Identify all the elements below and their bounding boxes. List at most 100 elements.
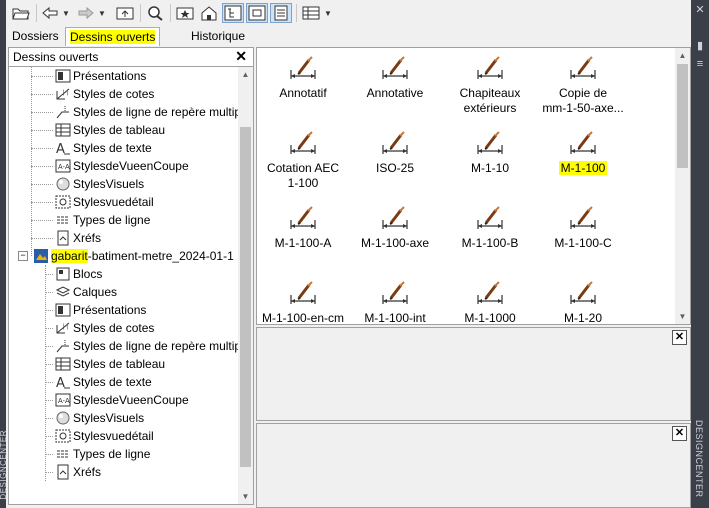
- tree-item[interactable]: Xréfs: [9, 463, 239, 481]
- collapse-icon[interactable]: −: [18, 251, 28, 261]
- tree-item[interactable]: StylesVisuels: [9, 409, 239, 427]
- tree-item[interactable]: A-A StylesdeVueenCoupe: [9, 391, 239, 409]
- item-label-line1: M-1-100-axe: [360, 236, 430, 250]
- dimension-style-item[interactable]: M-1-100-int: [349, 281, 441, 324]
- item-label-line1: Chapiteaux: [459, 86, 521, 100]
- xref-icon: [55, 464, 71, 480]
- back-button[interactable]: [40, 3, 60, 23]
- tab-dossiers[interactable]: Dossiers: [8, 27, 63, 45]
- views-dropdown[interactable]: ▼: [322, 3, 334, 23]
- tree-item[interactable]: Stylesvuedétail: [9, 193, 239, 211]
- tree-connector: [45, 346, 53, 347]
- views-button[interactable]: [300, 3, 322, 23]
- dimension-style-icon: [380, 281, 410, 307]
- close-icon[interactable]: ✕: [235, 48, 247, 65]
- properties-icon[interactable]: ≡: [694, 58, 706, 70]
- dimension-style-item[interactable]: Copie de mm-1-50-axe...: [537, 56, 629, 116]
- tree-item[interactable]: A-A StylesdeVueenCoupe: [9, 157, 239, 175]
- tree-item[interactable]: A Styles de texte: [9, 373, 239, 391]
- linetype-icon: [55, 212, 71, 228]
- tree-item[interactable]: Présentations: [9, 67, 239, 85]
- scroll-thumb[interactable]: [240, 127, 251, 467]
- dimension-style-icon: [380, 56, 410, 82]
- left-side-bar: DESIGNCENTER: [0, 0, 8, 508]
- forward-dropdown[interactable]: ▼: [96, 3, 108, 23]
- dimension-style-item[interactable]: M-1-100-axe: [349, 206, 441, 251]
- dimension-style-item[interactable]: M-1-20: [537, 281, 629, 324]
- dimension-style-item[interactable]: M-1-100: [537, 131, 629, 176]
- dimension-style-item[interactable]: Annotative: [349, 56, 441, 101]
- tree-item[interactable]: Présentations: [9, 301, 239, 319]
- preview-pane: ✕: [256, 327, 691, 421]
- text-style-icon: A: [55, 140, 71, 157]
- drawing-icon: [33, 248, 49, 264]
- dimension-style-item[interactable]: Annotatif: [257, 56, 349, 101]
- tab-dessins-ouverts[interactable]: Dessins ouverts: [65, 27, 161, 46]
- back-dropdown[interactable]: ▼: [60, 3, 72, 23]
- load-button[interactable]: [10, 3, 32, 23]
- search-button[interactable]: [144, 3, 166, 23]
- item-label-line1: M-1-100-C: [554, 236, 612, 250]
- tree-item[interactable]: Xréfs: [9, 229, 239, 247]
- tree-scrollbar[interactable]: ▲ ▼: [238, 67, 253, 504]
- favorites-button[interactable]: [174, 3, 196, 23]
- forward-button[interactable]: [76, 3, 96, 23]
- scroll-up-icon[interactable]: ▲: [238, 67, 253, 82]
- dimension-style-item[interactable]: M-1-100-en-cm: [257, 281, 349, 324]
- dimension-style-item[interactable]: Cotation AEC 1-100: [257, 131, 349, 191]
- scroll-down-icon[interactable]: ▼: [675, 309, 690, 324]
- tree-item[interactable]: Types de ligne: [9, 445, 239, 463]
- dimension-style-item[interactable]: M-1-100-A: [257, 206, 349, 251]
- table-style-icon: [55, 356, 71, 372]
- item-label-line1: M-1-100-en-cm: [261, 311, 345, 324]
- tree-item[interactable]: Stylesvuedétail: [9, 427, 239, 445]
- preview-toggle-button[interactable]: [246, 3, 268, 23]
- tree-panel: Dessins ouverts ✕ Présentations |-| Styles…: [8, 47, 254, 505]
- layout-icon: [55, 302, 71, 318]
- close-description-icon[interactable]: ✕: [672, 426, 687, 441]
- dimension-style-item[interactable]: ISO-25: [349, 131, 441, 176]
- close-palette-icon[interactable]: ✕: [694, 4, 706, 16]
- tree-item[interactable]: StylesVisuels: [9, 175, 239, 193]
- dimension-style-item[interactable]: M-1-100-C: [537, 206, 629, 251]
- chevron-down-icon: ▼: [98, 8, 106, 18]
- tree-item[interactable]: Styles de ligne de repère multip: [9, 337, 239, 355]
- tab-historique[interactable]: Historique: [187, 27, 249, 45]
- home-button[interactable]: [198, 3, 220, 23]
- dimension-style-item[interactable]: M-1-100-B: [444, 206, 536, 251]
- tree-item-label: Stylesvuedétail: [73, 195, 154, 209]
- tree-item[interactable]: Blocs: [9, 265, 239, 283]
- item-label: Copie de: [537, 86, 629, 101]
- tree-node-drawing[interactable]: − gabarit-batiment-metre_2024-01-1: [9, 247, 239, 265]
- scroll-thumb[interactable]: [677, 64, 688, 168]
- scroll-down-icon[interactable]: ▼: [238, 489, 253, 504]
- item-label-line1: Copie de: [558, 86, 608, 100]
- tree-item[interactable]: A Styles de texte: [9, 139, 239, 157]
- dimension-style-icon: [288, 131, 318, 157]
- autohide-icon[interactable]: ▮: [694, 40, 706, 52]
- item-label: Annotatif: [257, 86, 349, 101]
- tree-item[interactable]: |-| Styles de cotes: [9, 319, 239, 337]
- tree-view-toggle-button[interactable]: [222, 3, 244, 23]
- scroll-up-icon[interactable]: ▲: [675, 48, 690, 63]
- tree-item[interactable]: Styles de tableau: [9, 355, 239, 373]
- tree-item[interactable]: |-| Styles de cotes: [9, 85, 239, 103]
- dimension-style-item[interactable]: M-1-10: [444, 131, 536, 176]
- tree-item[interactable]: Styles de ligne de repère multip: [9, 103, 239, 121]
- tab-bar: Dossiers Dessins ouverts Historique: [6, 26, 691, 46]
- tree-item[interactable]: Calques: [9, 283, 239, 301]
- close-preview-icon[interactable]: ✕: [672, 330, 687, 345]
- up-button[interactable]: [114, 3, 136, 23]
- tree-item[interactable]: Types de ligne: [9, 211, 239, 229]
- content-scrollbar[interactable]: ▲ ▼: [675, 48, 690, 324]
- item-label: M-1-100-en-cm: [257, 311, 349, 324]
- dimension-style-item[interactable]: Chapiteaux extérieurs: [444, 56, 536, 116]
- description-toggle-button[interactable]: [270, 3, 292, 23]
- tree-connector: [31, 202, 53, 203]
- tree-item-label: Présentations: [73, 303, 147, 317]
- tree-view: Présentations |-| Styles de cotes Styles de…: [9, 67, 239, 504]
- dimension-style-item[interactable]: M-1-1000: [444, 281, 536, 324]
- tree-item[interactable]: Styles de tableau: [9, 121, 239, 139]
- item-label: M-1-100-C: [537, 236, 629, 251]
- tree-connector: [45, 418, 53, 419]
